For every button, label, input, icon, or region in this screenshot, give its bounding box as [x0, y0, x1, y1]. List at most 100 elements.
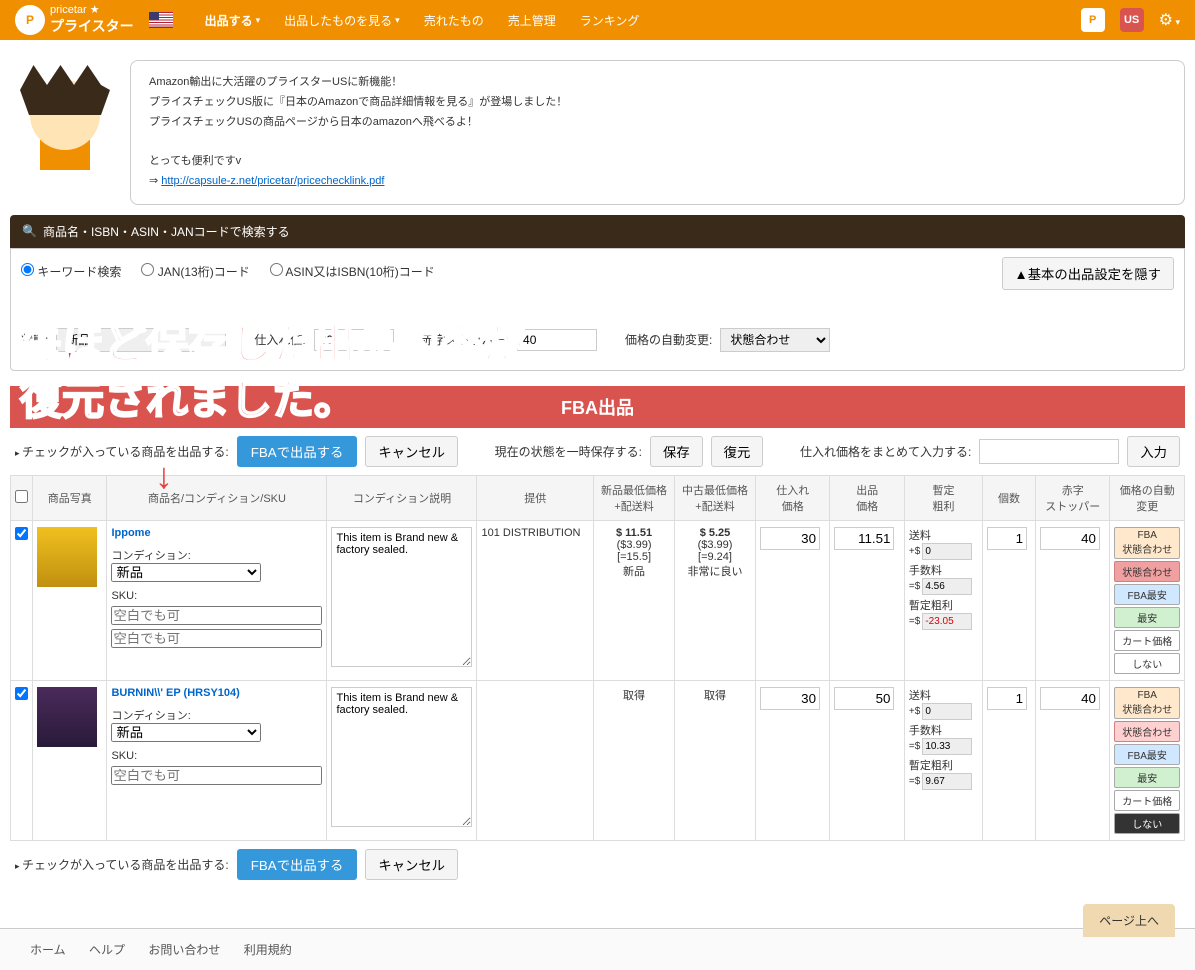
- condition-label: コンディション:: [111, 550, 190, 562]
- ship-fee-input[interactable]: [922, 543, 972, 560]
- th-name: 商品名/コンディション/SKU: [107, 475, 327, 520]
- auto-price-button[interactable]: 状態合わせ: [1114, 561, 1180, 582]
- cancel-button-2[interactable]: キャンセル: [365, 849, 458, 880]
- stopper-input[interactable]: [517, 329, 597, 351]
- auto-price-button[interactable]: しない: [1114, 653, 1180, 674]
- auto-price-button[interactable]: カート価格: [1114, 790, 1180, 811]
- condition-desc-textarea[interactable]: This item is Brand new & factory sealed.: [331, 687, 472, 827]
- autoprice-select[interactable]: 状態合わせ: [720, 328, 830, 352]
- th-auto: 価格の自動 変更: [1110, 475, 1185, 520]
- auto-price-button[interactable]: 状態合わせ: [1114, 721, 1180, 742]
- hand-fee-label: 手数料: [909, 722, 978, 738]
- th-used: 中古最低価格 +配送料: [675, 475, 756, 520]
- flag-us-icon: [149, 12, 173, 28]
- sku-input[interactable]: [111, 766, 322, 785]
- new-price-cell: 取得: [594, 680, 675, 840]
- cost-input[interactable]: [760, 527, 820, 550]
- hand-fee-input[interactable]: [922, 578, 972, 595]
- sell-price-input[interactable]: [834, 527, 894, 550]
- hide-settings-button[interactable]: ▲基本の出品設定を隠す: [1002, 257, 1174, 290]
- product-thumbnail: [37, 527, 97, 587]
- us-icon[interactable]: US: [1120, 8, 1144, 32]
- product-name[interactable]: BURNIN\\' EP (HRSY104): [111, 687, 322, 699]
- hand-fee-input[interactable]: [922, 738, 972, 755]
- fba-submit-button-2[interactable]: FBAで出品する: [237, 849, 358, 880]
- condition-desc-textarea[interactable]: This item is Brand new & factory sealed.: [331, 527, 472, 667]
- cancel-button[interactable]: キャンセル: [365, 436, 458, 467]
- p-icon[interactable]: P: [1081, 8, 1105, 32]
- search-header: 🔍 商品名・ISBN・ASIN・JANコードで検索する: [10, 215, 1185, 248]
- footer-help[interactable]: ヘルプ: [89, 943, 125, 957]
- bulk-input[interactable]: [979, 439, 1119, 464]
- auto-price-button[interactable]: FBA最安: [1114, 584, 1180, 605]
- th-sell: 出品 価格: [830, 475, 904, 520]
- nav-sales[interactable]: 売上管理: [496, 12, 568, 29]
- fba-submit-button[interactable]: FBAで出品する: [237, 436, 358, 467]
- th-provider: 提供: [477, 475, 594, 520]
- ship-fee-label: 送料: [909, 687, 978, 703]
- listing-table: 商品写真 商品名/コンディション/SKU コンディション説明 提供 新品最低価格…: [10, 475, 1185, 841]
- sell-price-input[interactable]: [834, 687, 894, 710]
- radio-keyword[interactable]: キーワード検索: [21, 263, 121, 280]
- restore-button[interactable]: 復元: [711, 436, 764, 467]
- row-check[interactable]: [15, 687, 28, 700]
- auto-price-button[interactable]: 最安: [1114, 607, 1180, 628]
- stopper-input[interactable]: [1040, 527, 1100, 550]
- auto-price-button[interactable]: 最安: [1114, 767, 1180, 788]
- save-label: 現在の状態を一時保存する:: [495, 443, 642, 460]
- condition-select[interactable]: 新品: [111, 723, 261, 742]
- action-bar-top: チェックが入っている商品を出品する: FBAで出品する キャンセル 現在の状態を…: [10, 428, 1185, 475]
- qty-input[interactable]: [987, 527, 1027, 550]
- cost-input[interactable]: [760, 687, 820, 710]
- table-row: Ippome コンディション: 新品 SKU: This item is Bra…: [11, 520, 1185, 680]
- auto-price-button[interactable]: FBA 状態合わせ: [1114, 527, 1180, 559]
- mascot-image: [10, 60, 120, 170]
- sku-label: SKU:: [111, 750, 322, 762]
- overlay-annotation: 先ほど保存した出品内容が 復元されました。: [20, 318, 524, 427]
- nav-sold[interactable]: 売れたもの: [412, 12, 496, 29]
- footer-contact[interactable]: お問い合わせ: [148, 943, 220, 957]
- auto-price-button[interactable]: FBA最安: [1114, 744, 1180, 765]
- overlay-arrow-icon: ↓: [155, 455, 173, 497]
- info-link[interactable]: http://capsule-z.net/pricetar/pricecheck…: [161, 175, 384, 187]
- auto-price-button[interactable]: FBA 状態合わせ: [1114, 687, 1180, 719]
- provider-cell: [477, 680, 594, 840]
- condition-label: コンディション:: [111, 710, 190, 722]
- radio-jan[interactable]: JAN(13桁)コード: [141, 263, 249, 280]
- logo[interactable]: P pricetar ★ プライスター: [15, 5, 134, 36]
- auto-price-button[interactable]: カート価格: [1114, 630, 1180, 651]
- profit-label: 暫定粗利: [909, 757, 978, 773]
- profit-input[interactable]: [922, 613, 972, 630]
- search-icon: 🔍: [22, 224, 37, 238]
- th-cond-desc: コンディション説明: [327, 475, 477, 520]
- condition-select[interactable]: 新品: [111, 563, 261, 582]
- sku-input-2[interactable]: [111, 629, 322, 648]
- product-name[interactable]: Ippome: [111, 527, 322, 539]
- qty-input[interactable]: [987, 687, 1027, 710]
- nav-listed[interactable]: 出品したものを見る: [272, 12, 412, 29]
- bulk-input-button[interactable]: 入力: [1127, 436, 1180, 467]
- check-all[interactable]: [15, 490, 28, 503]
- sku-input[interactable]: [111, 606, 322, 625]
- page-up-button[interactable]: ページ上へ: [1083, 904, 1175, 937]
- ship-fee-input[interactable]: [922, 703, 972, 720]
- autoprice-label: 価格の自動変更:: [625, 331, 712, 348]
- row-check[interactable]: [15, 527, 28, 540]
- profit-input[interactable]: [922, 773, 972, 790]
- stopper-input[interactable]: [1040, 687, 1100, 710]
- save-button[interactable]: 保存: [650, 436, 703, 467]
- nav-ranking[interactable]: ランキング: [568, 12, 652, 29]
- sku-label: SKU:: [111, 590, 322, 602]
- bulk-label: 仕入れ価格をまとめて入力する:: [800, 443, 971, 460]
- th-profit: 暫定 粗利: [904, 475, 982, 520]
- th-photo: 商品写真: [33, 475, 107, 520]
- auto-price-button[interactable]: しない: [1114, 813, 1180, 834]
- gear-icon[interactable]: ⚙: [1159, 10, 1180, 30]
- footer-terms[interactable]: 利用規約: [244, 943, 292, 957]
- logo-icon: P: [15, 5, 45, 35]
- nav-listing[interactable]: 出品する: [193, 12, 273, 29]
- info-bubble: Amazon輸出に大活躍のプライスターUSに新機能！ プライスチェックUS版に『…: [130, 60, 1185, 205]
- radio-asin[interactable]: ASIN又はISBN(10桁)コード: [270, 263, 435, 280]
- footer-home[interactable]: ホーム: [30, 943, 66, 957]
- product-thumbnail: [37, 687, 97, 747]
